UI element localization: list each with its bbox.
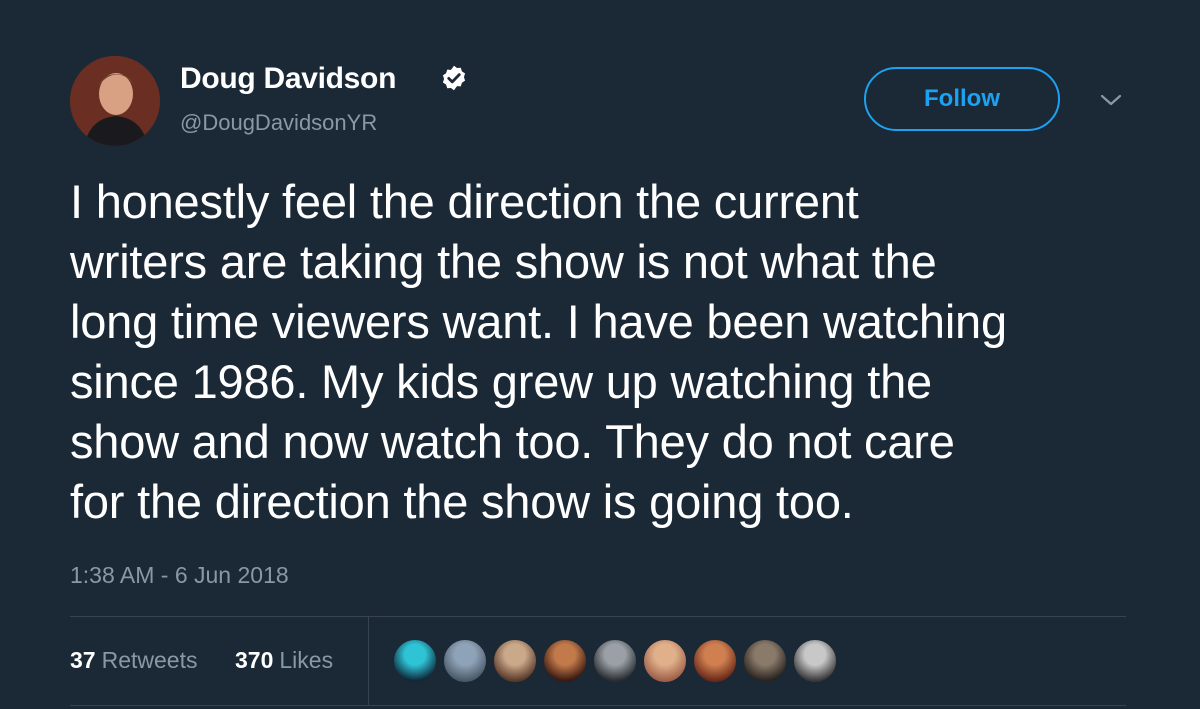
- retweets-label: Retweets: [101, 647, 198, 673]
- liker-avatar[interactable]: [392, 638, 438, 684]
- retweets-stat[interactable]: 37 Retweets: [70, 647, 197, 674]
- tweet-text-line: show and now watch too. They do not care: [70, 415, 955, 468]
- liker-avatar[interactable]: [642, 638, 688, 684]
- tweet-text-line: long time viewers want. I have been watc…: [70, 295, 1007, 348]
- tweet-timestamp[interactable]: 1:38 AM - 6 Jun 2018: [70, 562, 289, 589]
- liker-avatar[interactable]: [692, 638, 738, 684]
- author-display-name[interactable]: Doug Davidson: [180, 62, 396, 96]
- liker-avatar[interactable]: [542, 638, 588, 684]
- author-avatar[interactable]: [70, 56, 160, 146]
- verified-badge-icon: [442, 65, 466, 91]
- tweet-text-line: I honestly feel the direction the curren…: [70, 175, 859, 228]
- avatar-image: [70, 56, 160, 146]
- liker-avatar[interactable]: [442, 638, 488, 684]
- divider: [70, 705, 1126, 706]
- tweet-text-line: for the direction the show is going too.: [70, 475, 854, 528]
- liker-avatar[interactable]: [492, 638, 538, 684]
- likes-stat[interactable]: 370 Likes: [235, 647, 333, 674]
- author-handle[interactable]: @DougDavidsonYR: [180, 110, 377, 136]
- tweet-text-line: since 1986. My kids grew up watching the: [70, 355, 932, 408]
- follow-button[interactable]: Follow: [864, 67, 1060, 131]
- retweets-count: 37: [70, 647, 96, 673]
- likes-label: Likes: [279, 647, 334, 673]
- liker-avatar[interactable]: [742, 638, 788, 684]
- tweet-text: I honestly feel the direction the curren…: [70, 172, 1160, 532]
- likes-count: 370: [235, 647, 274, 673]
- stats-separator: [368, 617, 369, 705]
- tweet-card: Doug Davidson @DougDavidsonYR Follow I h…: [0, 0, 1200, 709]
- liker-avatar[interactable]: [592, 638, 638, 684]
- chevron-down-icon[interactable]: [1098, 90, 1124, 110]
- tweet-text-line: writers are taking the show is not what …: [70, 235, 937, 288]
- liker-avatar[interactable]: [792, 638, 838, 684]
- divider: [70, 616, 1126, 617]
